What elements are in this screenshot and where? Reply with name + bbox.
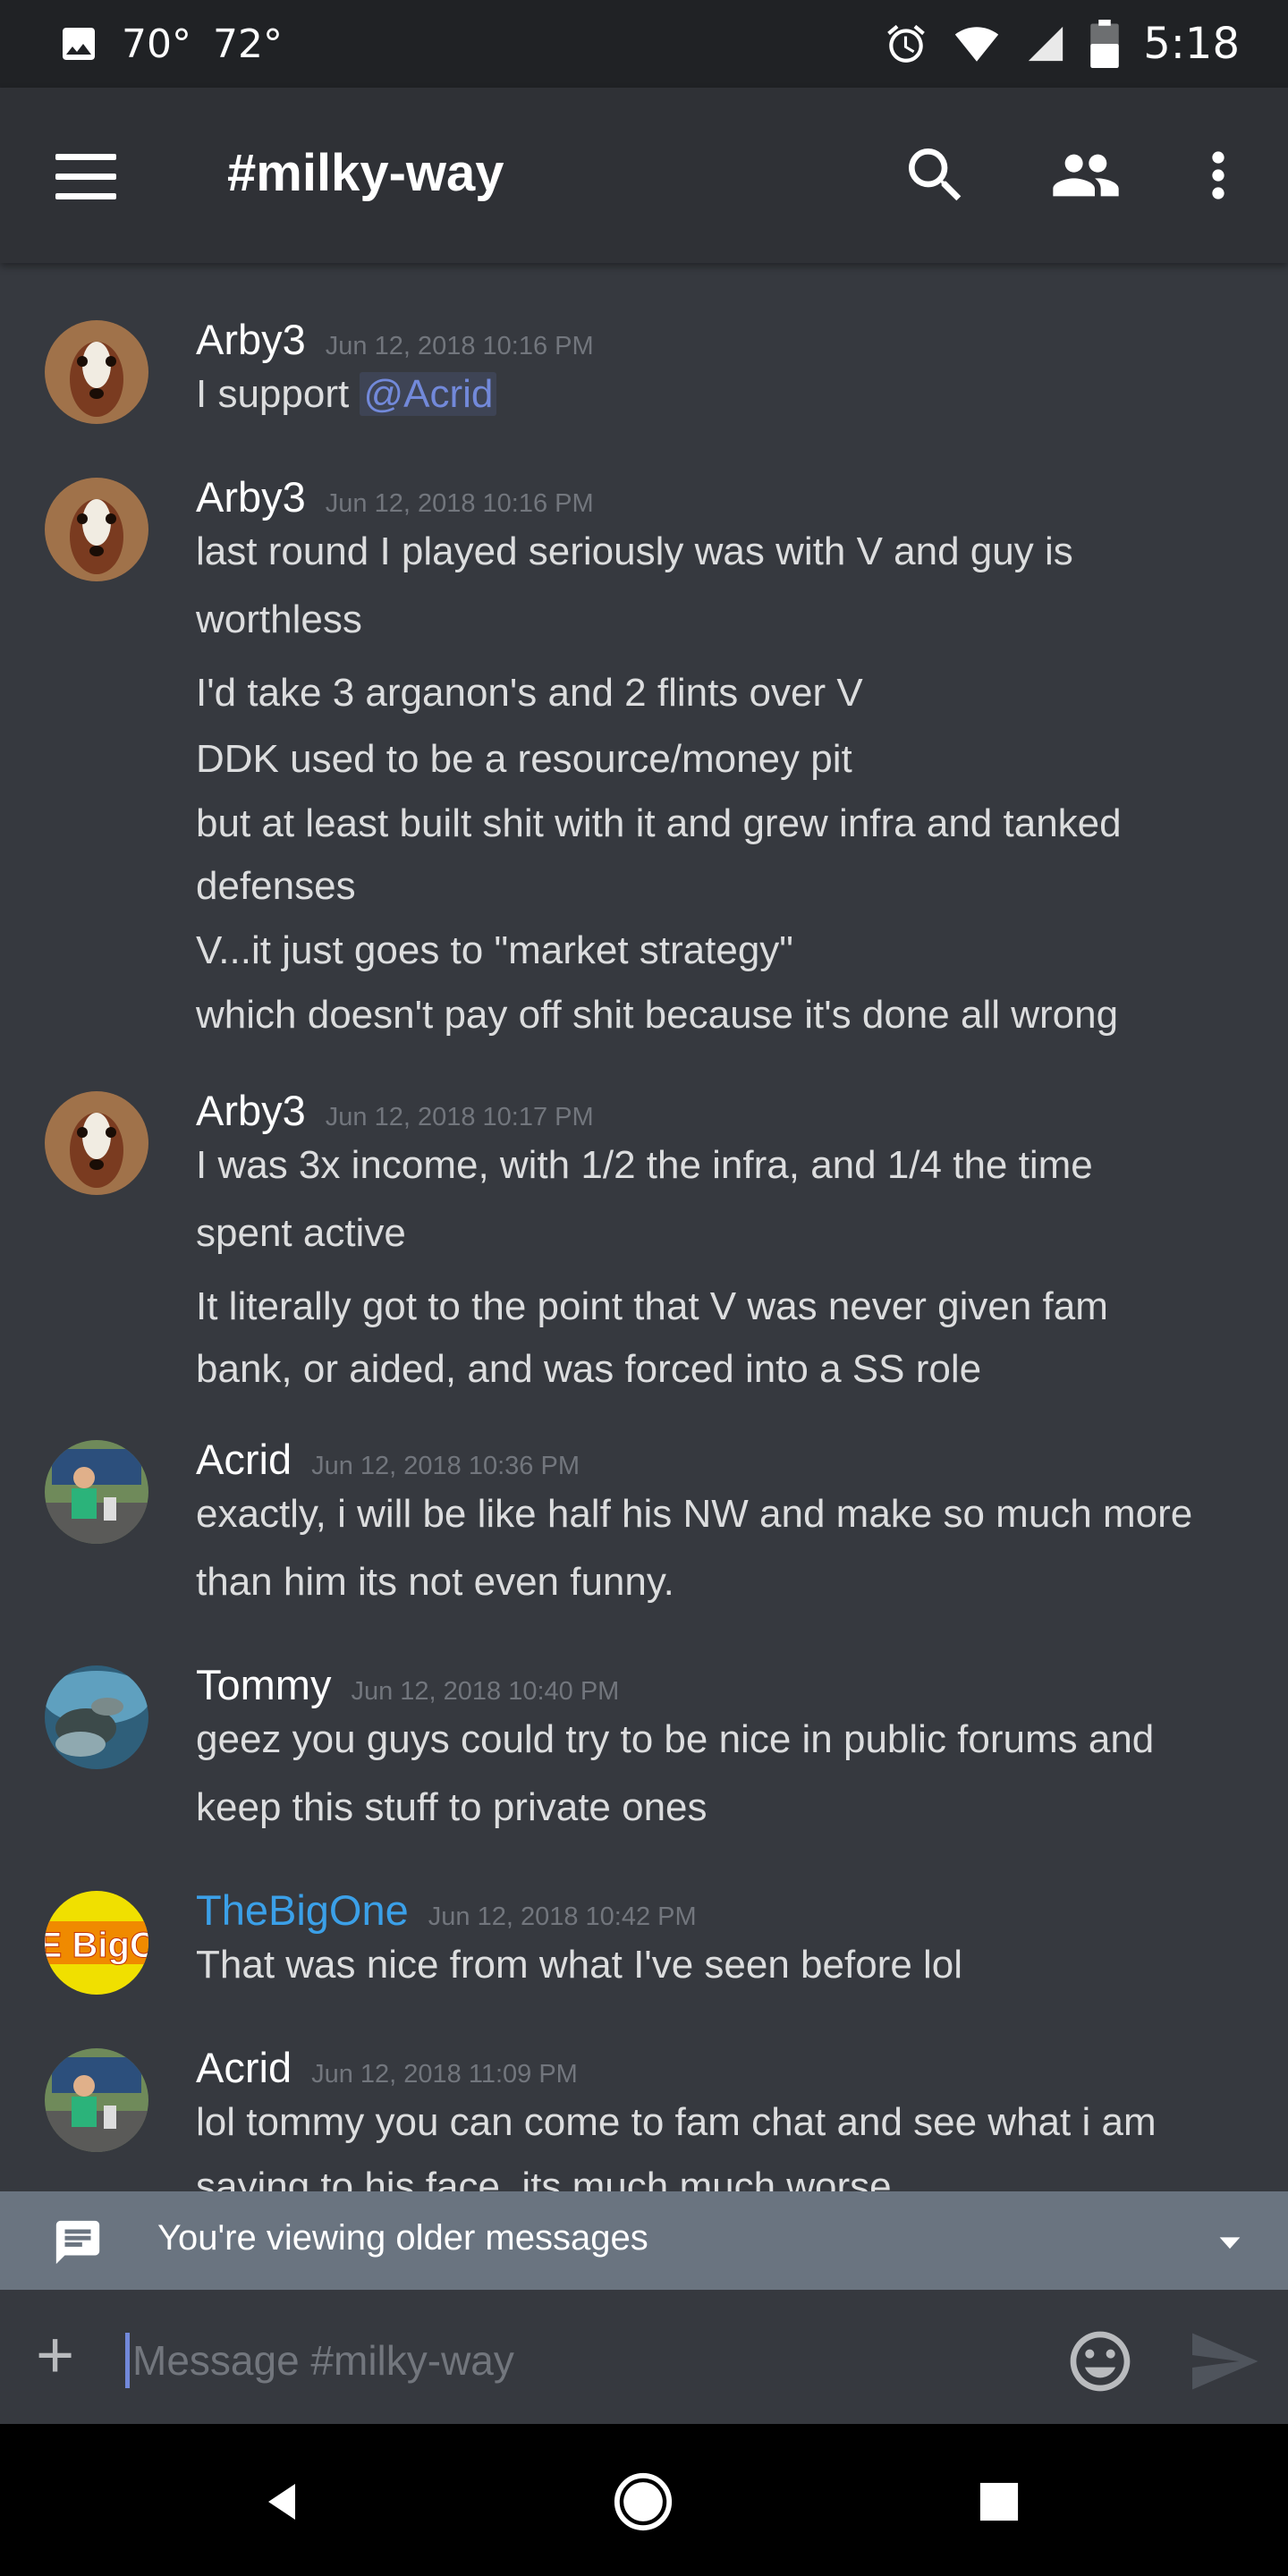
message-text: bank, or aided, and was forced into a SS… xyxy=(196,1347,982,1391)
message-author[interactable]: Tommy Jun 12, 2018 10:40 PM xyxy=(196,1660,619,1709)
avatar[interactable] xyxy=(45,1091,148,1195)
message-timestamp: Jun 12, 2018 11:09 PM xyxy=(311,2060,578,2089)
message-timestamp: Jun 12, 2018 10:16 PM xyxy=(325,489,594,518)
text-caret xyxy=(125,2333,130,2388)
message-timestamp: Jun 12, 2018 10:17 PM xyxy=(325,1103,594,1131)
message-text: V...it just goes to "market strategy" xyxy=(196,928,793,972)
message-timestamp: Jun 12, 2018 10:42 PM xyxy=(428,1902,697,1931)
message-text: I support @Acrid xyxy=(196,363,1233,426)
chat-icon xyxy=(55,2220,100,2265)
signal-icon xyxy=(1029,26,1063,62)
members-icon[interactable] xyxy=(1046,140,1125,211)
message-list[interactable]: Arby3 Jun 12, 2018 10:16 PM I support @Ac… xyxy=(0,286,1288,2191)
system-nav-bar xyxy=(0,2424,1288,2576)
message-text: than him its not even funny. xyxy=(196,1560,674,1604)
message-text: defenses xyxy=(196,864,356,908)
battery-icon xyxy=(1090,20,1119,68)
message-text: I'd take 3 arganon's and 2 flints over V xyxy=(196,671,863,715)
message-composer: + xyxy=(0,2290,1288,2424)
app-bar: #milky-way xyxy=(0,88,1288,263)
older-messages-banner[interactable]: You're viewing older messages xyxy=(0,2191,1288,2290)
wifi-icon xyxy=(955,27,999,62)
message-author[interactable]: TheBigOne Jun 12, 2018 10:42 PM xyxy=(196,1885,697,1935)
message-text: exactly, i will be like half his NW and … xyxy=(196,1492,1193,1536)
message-text: lol tommy you can come to fam chat and s… xyxy=(196,2100,1157,2144)
image-icon xyxy=(63,28,95,60)
avatar-image: THE BigOne xyxy=(45,1891,148,1995)
message-text: spent active xyxy=(196,1211,406,1255)
avatar[interactable] xyxy=(45,478,148,581)
message-timestamp: Jun 12, 2018 10:40 PM xyxy=(351,1677,620,1706)
message-author[interactable]: Arby3 Jun 12, 2018 10:16 PM xyxy=(196,472,594,521)
message-text: DDK used to be a resource/money pit xyxy=(196,737,852,781)
message-author[interactable]: Acrid Jun 12, 2018 10:36 PM xyxy=(196,1435,580,1484)
back-icon[interactable] xyxy=(261,2479,304,2524)
message-timestamp: Jun 12, 2018 10:36 PM xyxy=(311,1452,580,1480)
channel-title: #milky-way xyxy=(227,144,504,202)
avatar[interactable] xyxy=(45,1440,148,1544)
home-icon[interactable] xyxy=(612,2470,674,2533)
message-author[interactable]: Arby3 Jun 12, 2018 10:17 PM xyxy=(196,1086,594,1135)
temperature-1: 70° xyxy=(122,21,191,67)
clock: 5:18 xyxy=(1143,19,1240,69)
more-vert-icon[interactable] xyxy=(1182,140,1254,211)
message-input[interactable] xyxy=(131,2326,1029,2395)
message-text: keep this stuff to private ones xyxy=(196,1785,708,1829)
message-author[interactable]: Arby3 Jun 12, 2018 10:16 PM xyxy=(196,315,594,364)
emoji-icon[interactable] xyxy=(1064,2326,1136,2397)
message-text: saying to his face, its much much worse xyxy=(196,2165,892,2191)
message-text: which doesn't pay off shit because it's … xyxy=(196,993,1119,1037)
message-text: worthless xyxy=(196,597,362,641)
temperature-2: 72° xyxy=(213,21,283,67)
user-mention[interactable]: @Acrid xyxy=(360,372,497,416)
message-author[interactable]: Acrid Jun 12, 2018 11:09 PM xyxy=(196,2043,578,2092)
menu-icon[interactable] xyxy=(55,154,118,199)
chevron-down-icon[interactable] xyxy=(1215,2227,1245,2258)
plus-icon[interactable]: + xyxy=(36,2322,74,2388)
avatar[interactable] xyxy=(45,320,148,424)
banner-text: You're viewing older messages xyxy=(157,2218,648,2258)
avatar[interactable] xyxy=(45,1665,148,1769)
status-bar: 70° 72° 5:18 xyxy=(0,0,1288,88)
message-text: but at least built shit with it and grew… xyxy=(196,801,1122,845)
search-icon[interactable] xyxy=(900,140,971,211)
alarm-icon xyxy=(887,24,926,63)
message-text: geez you guys could try to be nice in pu… xyxy=(196,1717,1155,1761)
message-text: That was nice from what I've seen before… xyxy=(196,1943,963,1987)
message-text: last round I played seriously was with V… xyxy=(196,530,1073,573)
send-icon[interactable] xyxy=(1186,2324,1261,2399)
avatar[interactable] xyxy=(45,2048,148,2152)
avatar[interactable]: THE BigOne xyxy=(45,1891,148,1995)
message-text: I was 3x income, with 1/2 the infra, and… xyxy=(196,1143,1093,1187)
svg-text:THE BigOne: THE BigOne xyxy=(45,1926,148,1965)
message-timestamp: Jun 12, 2018 10:16 PM xyxy=(325,332,594,360)
message-text: It literally got to the point that V was… xyxy=(196,1284,1108,1328)
recents-icon[interactable] xyxy=(979,2481,1020,2522)
